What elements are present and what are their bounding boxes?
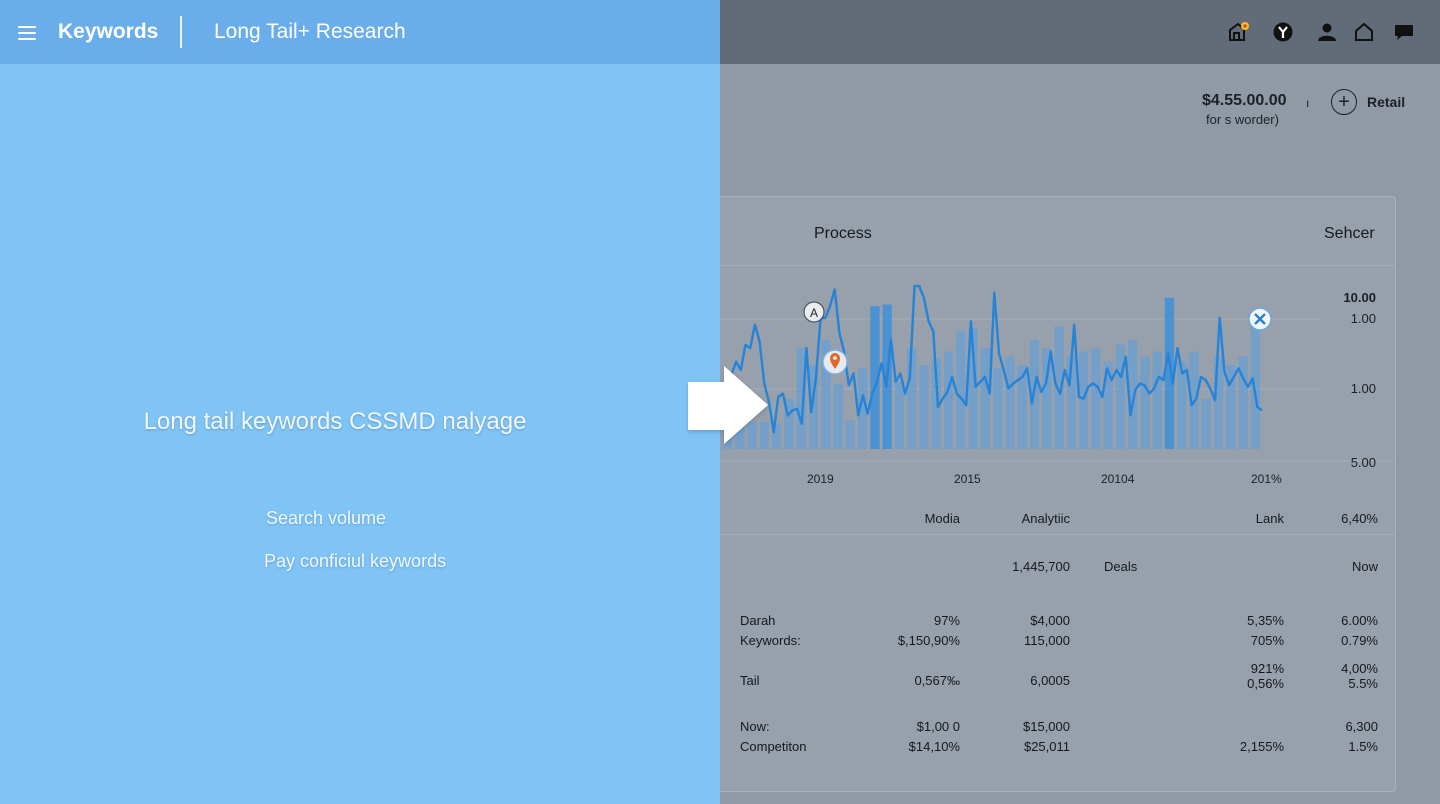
y-tick-label: 10.00: [1343, 290, 1376, 305]
header-divider: [180, 16, 182, 48]
chart-bar: [956, 331, 966, 449]
row-label: Darah: [740, 613, 776, 628]
chart-bar: [1005, 356, 1015, 449]
col-header-analytiic: Analytiic: [1021, 511, 1070, 526]
row-analytic-value: 115,000: [1023, 633, 1070, 648]
row-lank-value: 0,56%: [1247, 676, 1284, 691]
chart-bar: [993, 368, 1003, 449]
hero-heading: Long tail keywords CSSMD nalyage: [143, 408, 527, 435]
chart-bar: [1152, 351, 1162, 449]
location-pin-icon[interactable]: [822, 349, 848, 375]
right-panel: $4.55.00.00 for s worder) ı + Retail Pro…: [720, 0, 1440, 804]
row-label: Now:: [740, 719, 770, 734]
chart-bar: [1201, 398, 1211, 449]
chart-bar: [894, 381, 905, 449]
pay-keywords-link[interactable]: Pay conficiul keywords: [264, 551, 446, 572]
chart-bar: [1140, 356, 1150, 449]
y-tick-label: 5.00: [1351, 455, 1376, 470]
now-label: Now: [1351, 559, 1378, 574]
marker-a[interactable]: A: [803, 301, 825, 323]
right-header-bar: [720, 0, 1440, 64]
chart-bar: [833, 383, 843, 449]
retail-button[interactable]: Retail: [1367, 94, 1405, 110]
x-tick-label: 20104: [1101, 472, 1135, 486]
row-percent-value: 4,00%: [1341, 661, 1378, 676]
chart-bar: [919, 365, 929, 449]
search-volume-link[interactable]: Search volume: [266, 508, 386, 529]
row-percent-value: 0.79%: [1341, 633, 1378, 648]
deals-label: Deals: [1104, 559, 1138, 574]
row-lank-value: 5,35%: [1247, 613, 1284, 628]
row-media-value: $14,10%: [908, 739, 960, 754]
chart-bar: [1115, 344, 1125, 449]
row-media-value: $,150,90%: [897, 633, 960, 648]
y-tick-label: 1.00: [1351, 381, 1376, 396]
user-icon[interactable]: [1315, 20, 1339, 44]
chart-bar: [1213, 356, 1224, 449]
row-analytic-value: 6,0005: [1030, 673, 1070, 688]
col-header-modia: Modia: [924, 511, 960, 526]
row-analytic-value: $15,000: [1023, 719, 1070, 734]
row-analytic-value: $25,011: [1023, 739, 1070, 754]
price-tick: ı: [1306, 96, 1310, 110]
page-title: Long Tail+ Research: [214, 20, 406, 43]
chart-bar: [943, 351, 954, 449]
left-header-bar: Keywords Long Tail+ Research: [0, 0, 720, 64]
arrow-right-icon: [688, 366, 768, 444]
chart-bar: [1164, 297, 1175, 449]
marker-a-label: A: [810, 306, 818, 320]
col-header-lank: Lank: [1255, 511, 1284, 526]
row-percent-value: 6.00%: [1341, 613, 1378, 628]
filter-icon[interactable]: [1271, 20, 1295, 44]
summary-value: 1,445,700: [1012, 559, 1070, 574]
home-icon[interactable]: [1352, 20, 1376, 44]
row-media-value: 97%: [933, 613, 960, 628]
price-note: for s worder): [1206, 112, 1279, 127]
chat-icon[interactable]: [1392, 20, 1416, 44]
row-label: Tail: [740, 673, 760, 688]
chart-bar: [980, 348, 990, 449]
x-tick-label: 2019: [807, 472, 834, 486]
table-divider: [720, 534, 1396, 535]
app-title: Keywords: [58, 20, 159, 43]
row-lank-value: 705%: [1250, 633, 1284, 648]
row-media-value: 0,567‰: [914, 673, 960, 688]
col-header-percent: 6,40%: [1341, 511, 1378, 526]
row-percent-value: 1.5%: [1348, 739, 1378, 754]
price-value: $4.55.00.00: [1202, 92, 1287, 109]
hamburger-menu-icon[interactable]: [18, 26, 36, 40]
chart-bar: [1091, 348, 1101, 449]
chart-bar: [845, 420, 855, 449]
left-panel: Keywords Long Tail+ Research Long tail k…: [0, 0, 720, 804]
row-lank-value: 921%: [1250, 661, 1284, 676]
row-analytic-value: $4,000: [1030, 613, 1070, 628]
row-label: Keywords:: [740, 633, 801, 648]
chart-bar: [1177, 361, 1187, 449]
row-percent-value: 5.5%: [1348, 676, 1378, 691]
row-percent-value: 6,300: [1345, 719, 1378, 734]
row-label: Competiton: [740, 739, 807, 754]
y-tick-label: 1.00: [1351, 311, 1376, 326]
analytics-card: Process Sehcer A 2019 2015 20104 201% 10…: [720, 196, 1396, 792]
chart-bar: [1078, 351, 1089, 449]
x-tick-label: 201%: [1251, 472, 1282, 486]
keyword-trend-chart: A 2019 2015 20104 201% 10.00 1.00 1.00 5…: [720, 284, 1396, 486]
row-lank-value: 2,155%: [1239, 739, 1284, 754]
row-media-value: $1,00 0: [916, 719, 960, 734]
store-icon[interactable]: [1226, 20, 1250, 44]
close-marker-icon[interactable]: [1248, 307, 1272, 331]
add-plus-icon[interactable]: +: [1331, 89, 1357, 115]
x-tick-label: 2015: [954, 472, 981, 486]
